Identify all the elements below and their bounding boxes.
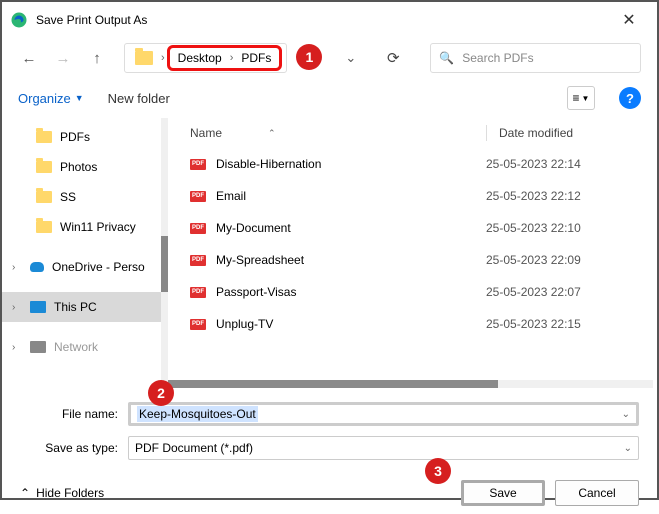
close-button[interactable]: ✕: [609, 10, 649, 30]
toolbar: Organize▼ New folder ≡ ▼ ?: [2, 78, 657, 118]
chevron-down-icon: ▼: [75, 93, 84, 103]
file-name: Unplug-TV: [216, 317, 486, 331]
expand-icon[interactable]: ›: [12, 262, 15, 273]
folder-icon: [36, 221, 52, 233]
chevron-icon: ›: [228, 52, 236, 64]
filename-label: File name:: [20, 407, 128, 421]
file-row[interactable]: PDF Email25-05-2023 22:12: [168, 180, 657, 212]
file-name: Disable-Hibernation: [216, 157, 486, 171]
file-name: My-Document: [216, 221, 486, 235]
hide-folders-button[interactable]: ⌃Hide Folders: [20, 486, 104, 500]
main-area: PDFs Photos SS Win11 Privacy ›OneDrive -…: [2, 118, 657, 388]
search-placeholder: Search PDFs: [462, 51, 533, 65]
pdf-icon: PDF: [190, 252, 206, 268]
annotation-badge-2: 2: [148, 380, 174, 406]
folder-icon: [36, 161, 52, 173]
file-date: 25-05-2023 22:12: [486, 189, 581, 203]
folder-icon: [135, 51, 153, 65]
bottom-panel: 2 File name: Keep-Mosquitoes-Out⌄ Save a…: [2, 388, 657, 514]
edge-icon: [10, 11, 28, 29]
chevron-down-icon[interactable]: ⌄: [624, 443, 632, 454]
scrollbar-thumb[interactable]: [168, 380, 498, 388]
up-button[interactable]: ↑: [86, 47, 108, 69]
file-row[interactable]: PDF Unplug-TV25-05-2023 22:15: [168, 308, 657, 340]
network-icon: [30, 341, 46, 353]
sidebar-item-pdfs[interactable]: PDFs: [2, 122, 168, 152]
sidebar: PDFs Photos SS Win11 Privacy ›OneDrive -…: [2, 118, 168, 388]
back-button[interactable]: ←: [18, 47, 40, 69]
file-row[interactable]: PDF My-Document25-05-2023 22:10: [168, 212, 657, 244]
pdf-icon: PDF: [190, 316, 206, 332]
sidebar-scrollbar[interactable]: [161, 118, 168, 388]
file-row[interactable]: PDF My-Spreadsheet25-05-2023 22:09: [168, 244, 657, 276]
sidebar-item-thispc[interactable]: ›This PC: [2, 292, 168, 322]
cancel-button[interactable]: Cancel: [555, 480, 639, 506]
savetype-label: Save as type:: [20, 441, 128, 455]
chevron-icon: ›: [159, 52, 167, 64]
save-button[interactable]: Save: [461, 480, 545, 506]
folder-icon: [36, 191, 52, 203]
new-folder-button[interactable]: New folder: [108, 91, 170, 106]
file-row[interactable]: PDF Disable-Hibernation25-05-2023 22:14: [168, 148, 657, 180]
expand-icon[interactable]: ›: [12, 342, 15, 353]
pdf-icon: PDF: [190, 284, 206, 300]
filename-row: File name: Keep-Mosquitoes-Out⌄: [20, 400, 639, 428]
file-pane: Name⌃ Date modified PDF Disable-Hibernati…: [168, 118, 657, 388]
sidebar-item-ss[interactable]: SS: [2, 182, 168, 212]
sort-indicator-icon: ⌃: [268, 128, 276, 139]
pdf-icon: PDF: [190, 220, 206, 236]
organize-menu[interactable]: Organize▼: [18, 91, 84, 106]
expand-icon[interactable]: ›: [12, 302, 15, 313]
refresh-button[interactable]: ⟳: [382, 47, 404, 69]
sidebar-item-win11privacy[interactable]: Win11 Privacy: [2, 212, 168, 242]
sidebar-item-network[interactable]: ›Network: [2, 332, 168, 362]
view-options-button[interactable]: ≡ ▼: [567, 86, 595, 110]
annotation-badge-3: 3: [425, 458, 451, 484]
chevron-down-icon[interactable]: ⌄: [622, 409, 630, 420]
file-date: 25-05-2023 22:15: [486, 317, 581, 331]
file-name: Email: [216, 189, 486, 203]
chevron-up-icon: ⌃: [20, 486, 30, 500]
savetype-row: Save as type: PDF Document (*.pdf)⌄: [20, 434, 639, 462]
file-date: 25-05-2023 22:14: [486, 157, 581, 171]
titlebar: Save Print Output As ✕: [2, 2, 657, 38]
file-date: 25-05-2023 22:07: [486, 285, 581, 299]
file-name: My-Spreadsheet: [216, 253, 486, 267]
folder-icon: [36, 131, 52, 143]
sidebar-item-onedrive[interactable]: ›OneDrive - Perso: [2, 252, 168, 282]
file-row[interactable]: PDF Passport-Visas25-05-2023 22:07: [168, 276, 657, 308]
breadcrumb-pdfs[interactable]: PDFs: [235, 49, 277, 67]
breadcrumb-highlight: Desktop › PDFs: [167, 45, 283, 71]
column-name[interactable]: Name⌃: [190, 126, 486, 140]
search-input[interactable]: 🔍 Search PDFs: [430, 43, 641, 73]
filename-input[interactable]: Keep-Mosquitoes-Out⌄: [128, 402, 639, 426]
savetype-select[interactable]: PDF Document (*.pdf)⌄: [128, 436, 639, 460]
window-title: Save Print Output As: [36, 13, 609, 27]
file-date: 25-05-2023 22:09: [486, 253, 581, 267]
breadcrumb-desktop[interactable]: Desktop: [172, 49, 228, 67]
file-name: Passport-Visas: [216, 285, 486, 299]
file-date: 25-05-2023 22:10: [486, 221, 581, 235]
pdf-icon: PDF: [190, 156, 206, 172]
scrollbar-thumb[interactable]: [161, 236, 168, 292]
column-header-row: Name⌃ Date modified: [168, 118, 657, 148]
help-button[interactable]: ?: [619, 87, 641, 109]
breadcrumb[interactable]: › Desktop › PDFs 1: [124, 43, 287, 73]
column-date[interactable]: Date modified: [499, 126, 657, 140]
search-icon: 🔍: [439, 51, 454, 65]
onedrive-icon: [30, 262, 44, 272]
sidebar-item-photos[interactable]: Photos: [2, 152, 168, 182]
pdf-icon: PDF: [190, 188, 206, 204]
nav-row: ← → ↑ › Desktop › PDFs 1 ⌄ ⟳ 🔍 Search PD…: [2, 38, 657, 78]
annotation-badge-1: 1: [296, 44, 322, 70]
pc-icon: [30, 301, 46, 313]
forward-button[interactable]: →: [52, 47, 74, 69]
horizontal-scrollbar[interactable]: [168, 380, 653, 388]
breadcrumb-dropdown[interactable]: ⌄: [345, 50, 356, 66]
button-row: ⌃Hide Folders 3 Save Cancel: [20, 480, 639, 506]
